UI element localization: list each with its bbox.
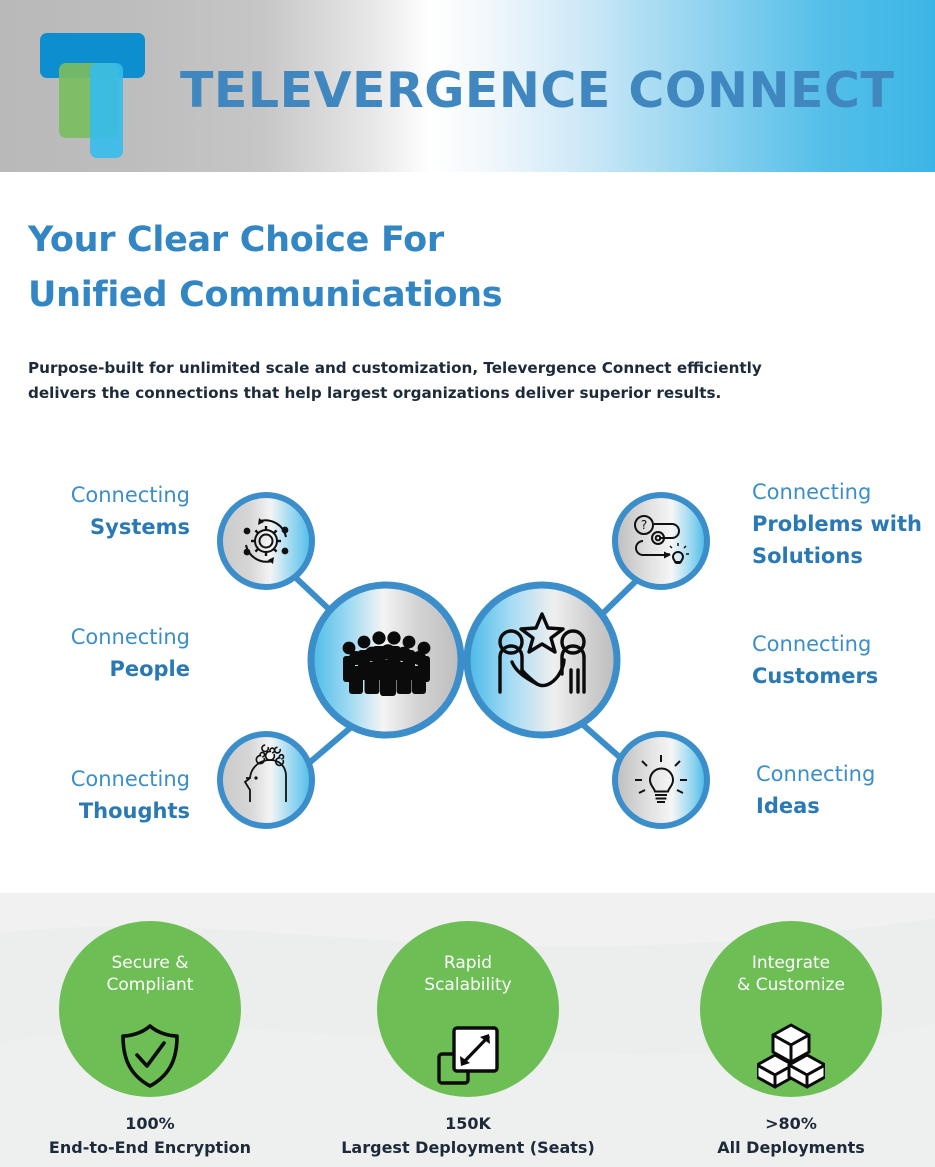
stat-caption-1-line1: Secure & [111,953,189,973]
stat-label-3: All Deployments [717,1138,865,1157]
label-customers-emphasis: Customers [752,663,879,688]
stat-caption-2-line2: Scalability [424,974,512,995]
label-problems: Connecting Problems with Solutions [752,477,935,573]
stat-oval-1: Secure & Compliant [59,921,241,1097]
headline-line-1: Your Clear Choice For [28,220,444,260]
stat-caption-3-line1: Integrate [751,953,831,973]
stat-caption-1: Secure & Compliant [59,953,241,997]
logo-cyan-block [90,63,123,158]
label-people-emphasis: People [109,656,190,681]
label-problems-prefix: Connecting [752,480,872,504]
node-ideas[interactable] [612,731,710,829]
stat-caption-1-line2: Compliant [106,974,194,995]
brand-title: TELEVERGENCE CONNECT [180,62,895,119]
hero-paragraph: Purpose-built for unlimited scale and cu… [28,359,762,403]
stat-caption-3: Integrate & Customize [700,953,882,997]
stat-value-1: 100% [125,1114,175,1133]
label-thoughts-emphasis: Thoughts [78,798,190,823]
label-systems-prefix: Connecting [70,483,190,507]
label-ideas-emphasis: Ideas [756,793,820,818]
svg-text:?: ? [641,518,647,532]
label-ideas: Connecting Ideas [756,759,935,823]
resize-arrow-icon [437,1026,499,1085]
label-customers: Connecting Customers [752,629,935,693]
label-people: Connecting People [0,622,190,686]
label-problems-emphasis: Problems with Solutions [752,511,922,568]
label-thoughts-prefix: Connecting [70,767,190,791]
stat-caption-3-line2: & Customize [737,974,845,995]
label-thoughts: Connecting Thoughts [0,764,190,828]
label-people-prefix: Connecting [70,625,190,649]
headline-line-2: Unified Communications [28,274,503,315]
cubes-stack-icon [757,1023,825,1089]
label-ideas-prefix: Connecting [756,762,876,786]
connections-diagram: ? Connecting Systems Connecting People C… [0,462,935,862]
stat-oval-2: Rapid Scalability [377,921,559,1097]
shield-check-icon [121,1024,179,1088]
node-systems[interactable] [217,492,315,590]
stat-caption-2: Rapid Scalability [377,953,559,997]
stat-oval-3: Integrate & Customize [700,921,882,1097]
node-people[interactable] [307,581,465,739]
label-systems: Connecting Systems [0,480,190,544]
page-title: Your Clear Choice For Unified Communicat… [28,213,503,322]
node-customers[interactable] [463,581,621,739]
stat-value-3: >80% [765,1114,817,1133]
label-systems-emphasis: Systems [90,514,190,539]
stat-label-1: End-to-End Encryption [48,1138,252,1157]
stat-value-2: 150K [445,1114,491,1133]
stat-caption-2-line1: Rapid [443,953,493,973]
stat-label-2: Largest Deployment (Seats) [341,1138,595,1157]
label-customers-prefix: Connecting [752,632,872,656]
page-header: TELEVERGENCE CONNECT [0,0,935,172]
televergence-logo [37,30,147,158]
node-problems[interactable]: ? [612,492,710,590]
stats-section: Secure & Compliant 100% End-to-End Encry… [0,893,935,1167]
node-thoughts[interactable] [217,731,315,829]
